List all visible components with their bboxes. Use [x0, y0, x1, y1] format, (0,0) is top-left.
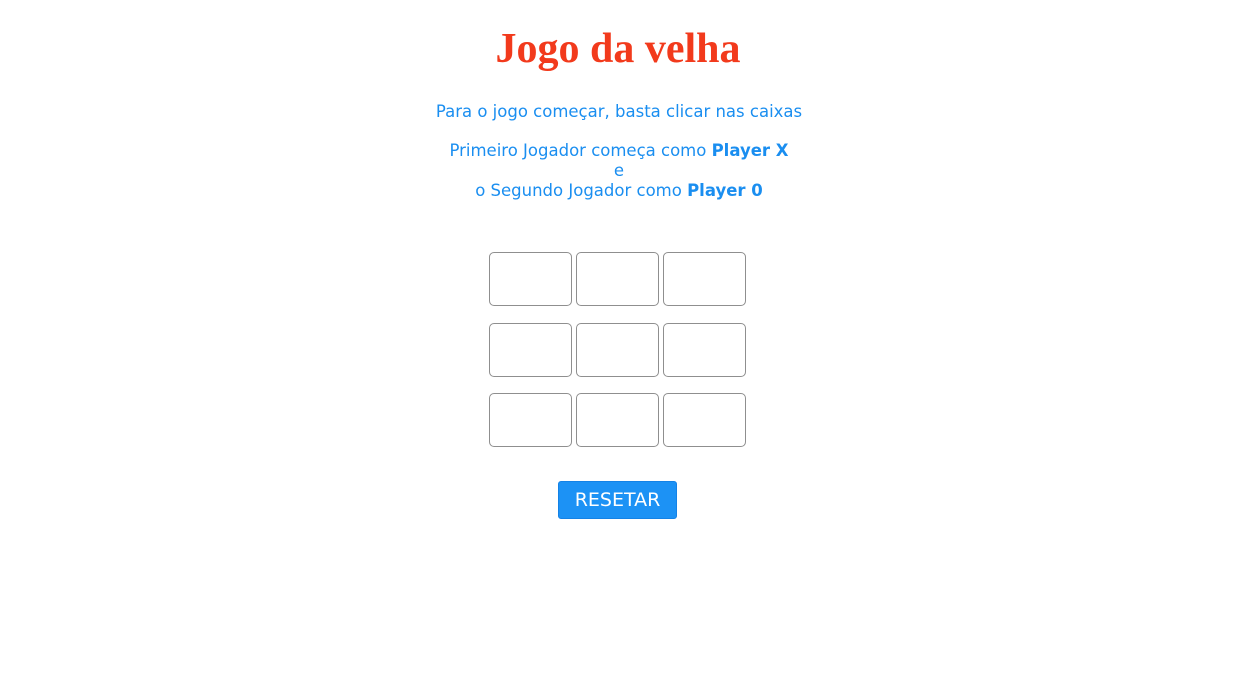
board-cell-2[interactable] — [576, 252, 659, 306]
first-player-prefix: Primeiro Jogador começa como — [449, 141, 712, 160]
connector-text: e — [613, 161, 625, 180]
board-cell-7[interactable] — [489, 393, 572, 447]
game-board — [489, 252, 747, 447]
board-cell-4[interactable] — [489, 322, 572, 377]
page: Jogo da velha Para o jogo começar, basta… — [0, 0, 1250, 675]
second-player-prefix: o Segundo Jogador como — [475, 181, 688, 200]
instructions-text: Para o jogo começar, basta clicar nas ca… — [435, 102, 803, 121]
board-cell-1[interactable] — [489, 252, 572, 306]
player-info: Primeiro Jogador começa como Player X e … — [0, 141, 1238, 201]
reset-button[interactable]: RESETAR — [558, 481, 677, 519]
second-player-name: Player 0 — [687, 181, 763, 200]
board-cell-3[interactable] — [663, 252, 746, 306]
board-cell-8[interactable] — [576, 393, 659, 447]
board-cell-6[interactable] — [663, 322, 746, 377]
board-cell-9[interactable] — [663, 393, 746, 447]
page-title: Jogo da velha — [495, 26, 741, 72]
first-player-name: Player X — [711, 141, 789, 160]
board-cell-5[interactable] — [576, 322, 659, 377]
